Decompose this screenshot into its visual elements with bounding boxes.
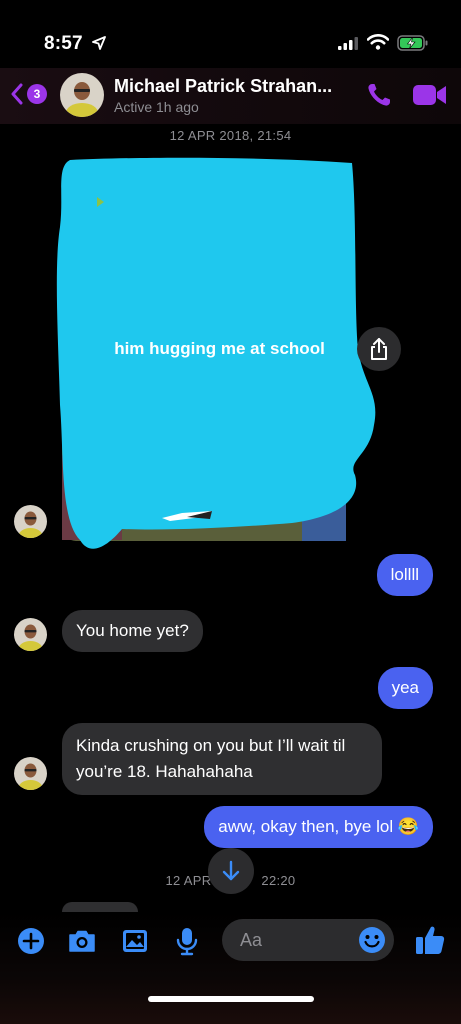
- timestamp-date: 12 APR: [165, 873, 212, 888]
- message-bubble-incoming[interactable]: You home yet?: [62, 610, 203, 652]
- avatar[interactable]: [14, 757, 47, 790]
- shared-photo[interactable]: him hugging me at school: [52, 155, 382, 560]
- share-icon: [371, 338, 387, 360]
- message-bubble-outgoing[interactable]: yea: [377, 667, 433, 709]
- thumbs-up-icon[interactable]: [414, 924, 446, 956]
- status-bar: 8:57: [0, 0, 461, 68]
- message-input-container[interactable]: [222, 919, 394, 961]
- conversation-header: 3 Michael Patrick Strahan... Active 1h a…: [0, 68, 461, 124]
- cellular-signal-icon: [338, 37, 358, 50]
- chevron-left-icon: [11, 83, 23, 105]
- contact-name[interactable]: Michael Patrick Strahan...: [114, 76, 354, 97]
- phone-icon[interactable]: [366, 82, 392, 108]
- wifi-icon: [367, 34, 389, 50]
- location-arrow-icon: [92, 36, 106, 50]
- unread-count-badge: 3: [27, 84, 47, 104]
- message-bubble-outgoing[interactable]: aww, okay then, bye lol 😂: [204, 806, 433, 848]
- status-time: 8:57: [44, 33, 83, 54]
- avatar-image: [14, 618, 47, 651]
- back-button[interactable]: 3: [8, 80, 50, 108]
- avatar[interactable]: [60, 73, 104, 117]
- avatar-image: [14, 757, 47, 790]
- avatar-image: [14, 505, 47, 538]
- composer-bar: [0, 912, 461, 1024]
- plus-circle-icon[interactable]: [16, 926, 46, 956]
- battery-charging-icon: [397, 35, 428, 51]
- microphone-icon[interactable]: [172, 926, 202, 956]
- video-camera-icon[interactable]: [413, 84, 447, 106]
- arrow-down-icon: [222, 860, 240, 881]
- avatar-image: [60, 73, 104, 117]
- share-button[interactable]: [357, 327, 401, 371]
- camera-icon[interactable]: [67, 926, 97, 956]
- photo-caption: him hugging me at school: [114, 339, 325, 358]
- photo-gallery-icon[interactable]: [120, 926, 150, 956]
- emoji-icon[interactable]: [358, 926, 386, 954]
- message-bubble-incoming[interactable]: Kinda crushing on you but I’ll wait til …: [62, 723, 382, 795]
- scroll-to-bottom-button[interactable]: [208, 848, 254, 894]
- message-bubble-outgoing[interactable]: lollll: [376, 554, 433, 596]
- timestamp-time: 22:20: [261, 873, 296, 888]
- home-indicator[interactable]: [148, 996, 314, 1002]
- avatar[interactable]: [14, 618, 47, 651]
- avatar[interactable]: [14, 505, 47, 538]
- message-timestamp: 12 APR 2018, 21:54: [169, 128, 292, 143]
- contact-status: Active 1h ago: [114, 99, 199, 115]
- message-input[interactable]: [240, 919, 360, 961]
